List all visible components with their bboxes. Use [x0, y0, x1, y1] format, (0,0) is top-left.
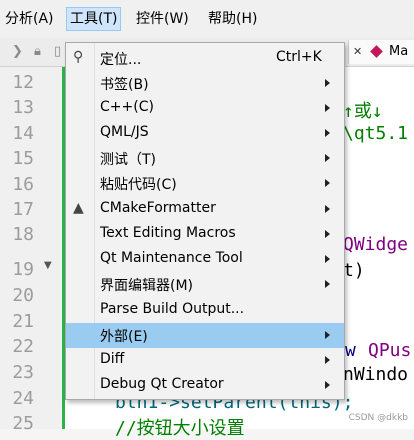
menu-controls[interactable]: 控件(W)	[133, 8, 192, 30]
submenu-arrow-icon	[325, 356, 330, 364]
line-number: 22	[12, 336, 34, 357]
code-fragment: t)	[343, 260, 365, 281]
submenu-arrow-icon	[325, 154, 330, 162]
file-icon: ▯	[54, 44, 62, 59]
line-number: 24	[12, 388, 34, 409]
line-number: 25	[12, 413, 34, 434]
menu-item-qmljs[interactable]: QML/JS	[66, 121, 344, 146]
menu-item-label: QML/JS	[100, 124, 149, 140]
menu-bar: 分析(A) 工具(T) 控件(W) 帮助(H)	[0, 0, 414, 39]
submenu-arrow-icon	[325, 331, 330, 339]
menu-item-external[interactable]: 外部(E)	[66, 323, 344, 348]
menu-item-cpp[interactable]: C++(C)	[66, 96, 344, 121]
cmake-icon: ▲	[73, 200, 84, 216]
submenu-arrow-icon	[325, 129, 330, 137]
menu-item-locate[interactable]: ⚲ 定位... Ctrl+K	[66, 46, 344, 71]
code-fragment: nWindo	[343, 364, 409, 385]
watermark: CSDN @dkkb	[348, 413, 408, 423]
menu-item-label: Debug Qt Creator	[100, 376, 224, 392]
menu-item-qt-maintenance-tool[interactable]: Qt Maintenance Tool	[66, 247, 344, 272]
editor-tab[interactable]: ✕ Ma	[348, 40, 414, 64]
search-icon: ⚲	[73, 49, 84, 65]
code-fragment: ↑或↓	[343, 101, 383, 122]
menu-item-label: Qt Maintenance Tool	[100, 250, 243, 266]
file-type-icon	[370, 45, 383, 58]
submenu-arrow-icon	[325, 79, 330, 87]
menu-item-label: C++(C)	[100, 99, 154, 115]
code-fragment: QPus	[368, 340, 412, 361]
line-number: 23	[12, 362, 34, 383]
line-number: 18	[12, 224, 34, 245]
line-number: 14	[12, 123, 34, 144]
submenu-arrow-icon	[325, 280, 330, 288]
menu-item-text-editing-macros[interactable]: Text Editing Macros	[66, 222, 344, 247]
line-number: 15	[12, 148, 34, 169]
code-fragment: \qt5.1	[343, 123, 409, 144]
menu-help[interactable]: 帮助(H)	[205, 8, 260, 30]
line-number: 21	[12, 311, 34, 332]
menu-item-label: 测试（T)	[100, 152, 157, 168]
menu-item-label: 书签(B)	[100, 77, 149, 93]
menu-tools[interactable]: 工具(T)	[66, 7, 122, 31]
menu-item-paste-code[interactable]: 粘贴代码(C)	[66, 171, 344, 196]
menu-item-parse-build-output[interactable]: Parse Build Output...	[66, 298, 344, 323]
chevron-right-icon[interactable]: ❯	[12, 44, 23, 59]
menu-item-cmakeformatter[interactable]: ▲ CMakeFormatter	[66, 197, 344, 222]
submenu-arrow-icon	[325, 230, 330, 238]
line-number: 20	[12, 285, 34, 306]
close-icon[interactable]: ✕	[353, 40, 362, 64]
lock-icon: 🔒︎	[34, 44, 41, 59]
line-number: 17	[12, 199, 34, 220]
submenu-arrow-icon	[325, 104, 330, 112]
menu-item-label: 定位...	[100, 52, 142, 68]
tools-dropdown-menu: ⚲ 定位... Ctrl+K 书签(B) C++(C) QML/JS 测试（T)…	[65, 42, 345, 400]
menu-item-label: Text Editing Macros	[100, 225, 236, 241]
menu-analyze[interactable]: 分析(A)	[2, 8, 57, 30]
submenu-arrow-icon	[325, 255, 330, 263]
menu-item-ui-editor[interactable]: 界面编辑器(M)	[66, 272, 344, 297]
menu-item-label: Diff	[100, 351, 125, 367]
line-number: 12	[12, 72, 34, 93]
menu-item-diff[interactable]: Diff	[66, 348, 344, 373]
submenu-arrow-icon	[325, 381, 330, 389]
line-number: 13	[12, 97, 34, 118]
submenu-arrow-icon	[325, 205, 330, 213]
line-number-gutter: 12 13 14 15 16 17 18 19 20 21 22 23 24 2…	[0, 67, 63, 434]
menu-item-label: CMakeFormatter	[100, 200, 216, 216]
line-number: 16	[12, 174, 34, 195]
menu-item-shortcut: Ctrl+K	[276, 49, 322, 65]
menu-item-label: 外部(E)	[100, 329, 148, 345]
code-fragment: w	[345, 340, 367, 361]
menu-item-label: 粘贴代码(C)	[100, 177, 177, 193]
code-comment: //按钮大小设置	[115, 418, 245, 439]
line-number: 19	[12, 259, 34, 280]
menu-item-label: Parse Build Output...	[100, 301, 245, 317]
fold-arrow-icon[interactable]: ▼	[44, 260, 52, 271]
code-fragment: QWidge	[343, 234, 409, 255]
submenu-arrow-icon	[325, 179, 330, 187]
menu-item-label: 界面编辑器(M)	[100, 278, 194, 294]
tab-filename: Ma	[389, 44, 409, 59]
menu-item-debug-qt-creator[interactable]: Debug Qt Creator	[66, 373, 344, 398]
menu-item-bookmarks[interactable]: 书签(B)	[66, 71, 344, 96]
menu-item-test[interactable]: 测试（T)	[66, 146, 344, 171]
